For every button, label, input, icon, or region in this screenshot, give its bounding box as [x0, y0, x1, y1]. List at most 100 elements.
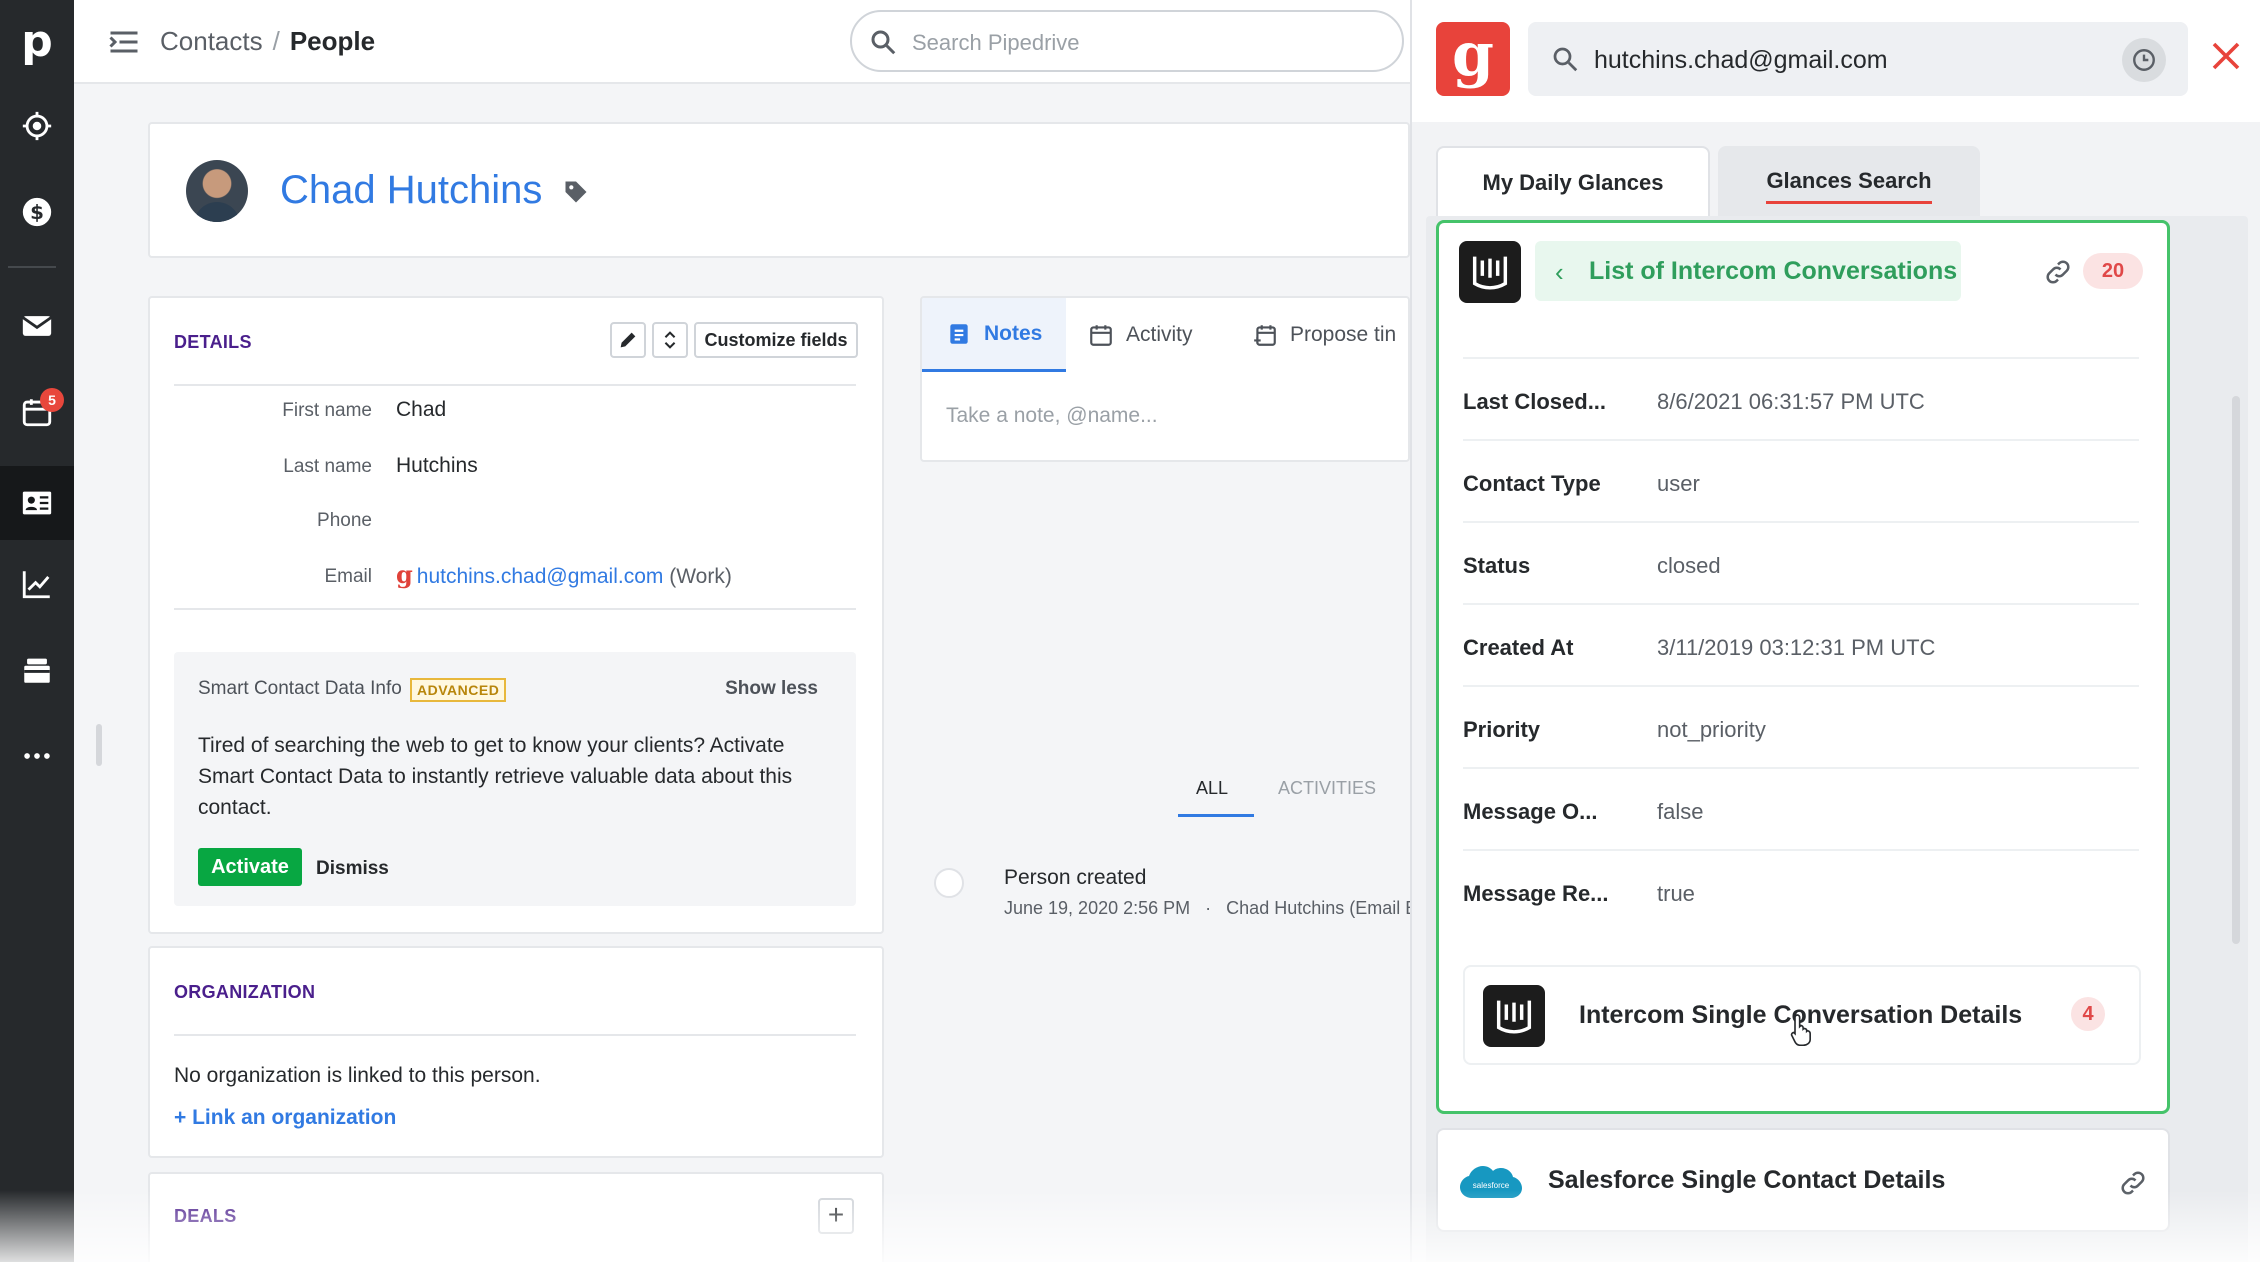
nav-rail: p $ 5	[0, 0, 74, 1262]
glance-icon[interactable]: g	[396, 560, 413, 589]
nav-item-more[interactable]	[0, 726, 74, 786]
list-conversations-title: List of Intercom Conversations	[1589, 257, 1958, 285]
tag-icon[interactable]	[562, 178, 590, 206]
history-event-author: Chad Hutchins (Email E	[1226, 898, 1418, 918]
edit-button[interactable]	[610, 322, 646, 358]
customize-fields-button[interactable]: Customize fields	[694, 322, 858, 358]
intercom-logo	[1483, 985, 1545, 1047]
deals-card: DEALS +	[148, 1172, 884, 1262]
tab-glances-search[interactable]: Glances Search	[1718, 146, 1980, 222]
glance-header: g hutchins.chad@gmail.com	[1412, 0, 2260, 122]
dollar-icon: $	[22, 197, 52, 227]
pipedrive-logo[interactable]: p	[0, 12, 74, 72]
link-icon[interactable]	[2043, 257, 2073, 287]
row-value: 3/11/2019 03:12:31 PM UTC	[1657, 635, 1936, 660]
organization-empty-text: No organization is linked to this person…	[174, 1064, 541, 1087]
chevron-left-icon: ‹	[1555, 257, 1564, 287]
close-icon[interactable]	[2208, 38, 2244, 74]
more-icon	[24, 753, 50, 759]
detail-row: Created At 3/11/2019 03:12:31 PM UTC	[1463, 603, 2139, 685]
nav-item-products[interactable]	[0, 640, 74, 700]
history-tab-all[interactable]: ALL	[1196, 778, 1228, 799]
detail-row: Message Re... true	[1463, 849, 2139, 931]
details-card: DETAILS Customize fields First name Chad…	[148, 296, 884, 934]
nav-item-mail[interactable]	[0, 296, 74, 356]
email-link[interactable]: hutchins.chad@gmail.com	[417, 565, 664, 588]
smart-contact-data-box: Smart Contact Data Info ADVANCED Show le…	[174, 652, 856, 906]
search-icon	[1553, 47, 1578, 72]
glance-search-value: hutchins.chad@gmail.com	[1594, 46, 1888, 74]
nav-item-leads[interactable]	[0, 96, 74, 156]
row-key: Status	[1463, 553, 1531, 578]
organization-title: ORGANIZATION	[174, 982, 316, 1002]
glance-scrollbar[interactable]	[2232, 396, 2240, 944]
glance-search-input[interactable]: hutchins.chad@gmail.com	[1528, 22, 2188, 96]
intercom-icon	[1472, 256, 1508, 290]
nav-item-deals[interactable]: $	[0, 182, 74, 242]
email-value: g hutchins.chad@gmail.com (Work)	[396, 560, 732, 589]
nav-item-activities[interactable]: 5	[0, 382, 74, 442]
email-label: Email	[324, 566, 372, 587]
reorder-button[interactable]	[652, 322, 688, 358]
deals-title: DEALS	[174, 1206, 237, 1226]
calendar-plus-icon	[1254, 325, 1276, 346]
smart-data-text: Tired of searching the web to get to kno…	[198, 734, 793, 819]
note-icon	[950, 323, 968, 344]
show-less-link[interactable]: Show less	[725, 678, 818, 700]
intercom-conversations-card: ‹ List of Intercom Conversations 20 Last…	[1436, 220, 2170, 1114]
timeline-dot	[934, 868, 964, 898]
row-value: closed	[1657, 553, 1721, 578]
tab-my-daily-glances[interactable]: My Daily Glances	[1436, 146, 1710, 222]
tab-activity[interactable]: Activity	[1088, 298, 1193, 372]
nav-item-contacts[interactable]	[0, 466, 74, 540]
advanced-badge: ADVANCED	[410, 678, 507, 702]
pipedrive-search-input[interactable]: Search Pipedrive	[850, 10, 1404, 72]
first-name-value[interactable]: Chad	[396, 398, 446, 422]
top-bar: Contacts / People Search Pipedrive	[74, 0, 1410, 84]
detail-row: Message O... false	[1463, 767, 2139, 849]
history-button[interactable]	[2122, 38, 2166, 82]
glance-panel: g hutchins.chad@gmail.com My Daily Glanc…	[1410, 0, 2260, 1262]
link-icon[interactable]	[2118, 1168, 2148, 1198]
search-icon	[871, 30, 896, 55]
dismiss-button[interactable]: Dismiss	[316, 858, 389, 880]
phone-label: Phone	[317, 510, 372, 531]
link-organization-link[interactable]: + Link an organization	[174, 1106, 396, 1130]
contacts-icon	[22, 491, 52, 515]
tab-propose-times[interactable]: Propose tin	[1252, 298, 1396, 372]
notes-card: Notes Activity Propose tin Take a note, …	[920, 296, 1410, 462]
mail-icon	[22, 316, 52, 336]
last-name-label: Last name	[283, 456, 372, 477]
search-placeholder: Search Pipedrive	[912, 30, 1080, 55]
smart-data-title: Smart Contact Data Info	[198, 678, 402, 699]
tab-notes[interactable]: Notes	[922, 298, 1066, 372]
add-deal-button[interactable]: +	[818, 1198, 854, 1234]
last-name-value[interactable]: Hutchins	[396, 454, 478, 478]
salesforce-contact-card[interactable]: salesforce Salesforce Single Contact Det…	[1436, 1128, 2170, 1232]
rail-scrollbar[interactable]	[96, 724, 102, 766]
breadcrumb-contacts[interactable]: Contacts	[160, 26, 263, 56]
hand-cursor-icon	[1790, 1014, 1811, 1046]
row-value: 8/6/2021 06:31:57 PM UTC	[1657, 389, 1925, 414]
row-key: Priority	[1463, 717, 1541, 742]
history-tab-activities[interactable]: ACTIVITIES	[1278, 778, 1376, 799]
row-key: Created At	[1463, 635, 1574, 660]
activities-badge: 5	[40, 388, 64, 412]
note-input[interactable]: Take a note, @name...	[946, 404, 1158, 428]
history-tab-underline	[1178, 814, 1254, 817]
chart-icon	[22, 571, 50, 599]
tab-glances-search-label: Glances Search	[1766, 168, 1932, 204]
first-name-label: First name	[282, 400, 372, 421]
divider	[174, 384, 856, 386]
list-conversations-button[interactable]: ‹ List of Intercom Conversations	[1535, 241, 1961, 301]
products-icon	[24, 658, 50, 683]
menu-collapse-icon[interactable]	[106, 24, 142, 60]
person-name[interactable]: Chad Hutchins	[280, 168, 542, 213]
glance-logo: g	[1436, 22, 1510, 96]
nav-item-insights[interactable]	[0, 554, 74, 614]
history-event-title: Person created	[1004, 866, 1147, 889]
breadcrumb-separator: /	[272, 26, 280, 56]
salesforce-cloud-icon: salesforce	[1460, 1166, 1522, 1198]
activate-button[interactable]: Activate	[198, 848, 302, 886]
email-type: (Work)	[669, 565, 732, 588]
